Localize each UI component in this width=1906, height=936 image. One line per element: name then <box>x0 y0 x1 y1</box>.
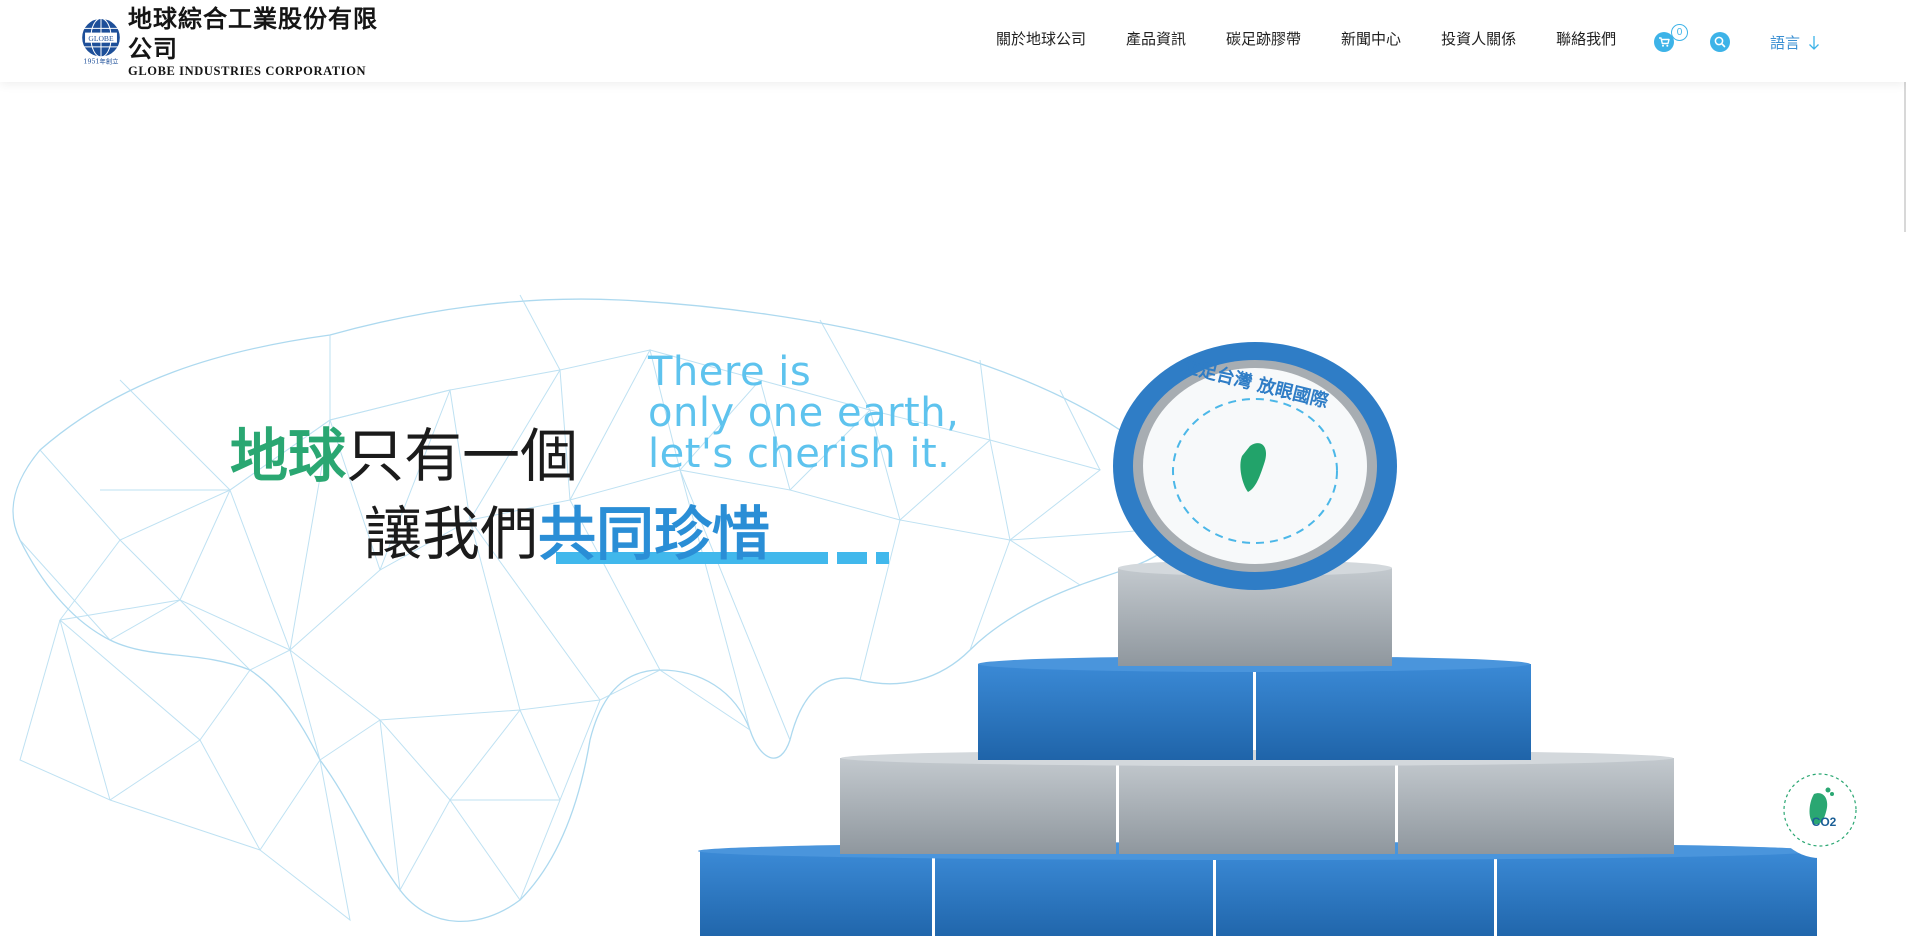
language-label: 語言 <box>1770 35 1801 52</box>
language-selector[interactable]: 語言 <box>1770 32 1820 53</box>
globe-logo-icon: GLOBE 1951年創立 <box>81 17 121 66</box>
headline-let-us: 讓我們 <box>364 500 539 568</box>
nav-investors[interactable]: 投資人關係 <box>1441 28 1516 49</box>
nav-about[interactable]: 關於地球公司 <box>996 28 1086 49</box>
site-header: GLOBE 1951年創立 地球綜合工業股份有限公司 GLOBE INDUSTR… <box>0 0 1906 82</box>
main-nav: 關於地球公司 產品資訊 碳足跡膠帶 新聞中心 投資人關係 聯絡我們 <box>996 28 1656 49</box>
nav-contact[interactable]: 聯絡我們 <box>1556 28 1616 49</box>
search-button[interactable] <box>1710 32 1730 52</box>
tape-row-2 <box>978 656 1531 760</box>
company-name-zh: 地球綜合工業股份有限公司 <box>128 4 378 63</box>
headline-only-one: 只有一個 <box>346 422 579 490</box>
company-logo[interactable]: GLOBE 1951年創立 地球綜合工業股份有限公司 GLOBE INDUSTR… <box>80 4 380 78</box>
tape-row-3 <box>840 750 1674 854</box>
tape-roll-face: 立足台灣 放眼國際 <box>1113 342 1397 590</box>
nav-news[interactable]: 新聞中心 <box>1341 28 1401 49</box>
co2-footprint-badge-icon[interactable]: CO2 <box>1764 754 1876 866</box>
logo-text: 地球綜合工業股份有限公司 GLOBE INDUSTRIES CORPORATIO… <box>128 4 380 78</box>
globe-logo-label: GLOBE <box>88 34 114 43</box>
company-name-en: GLOBE INDUSTRIES CORPORATION <box>128 64 367 78</box>
nav-carbon-footprint-tape[interactable]: 碳足跡膠帶 <box>1226 28 1301 49</box>
headline-earth: 地球 <box>230 422 347 490</box>
hero-headline-line1: 地球 只有一個 <box>230 418 578 494</box>
cart-count-badge: 0 <box>1671 24 1688 41</box>
tape-roll-stack-image: 立足台灣 放眼國際 <box>698 342 1818 936</box>
hero-headline-line2: 讓我們 共同珍惜 <box>364 496 770 572</box>
search-icon <box>1714 36 1726 48</box>
co2-label: CO2 <box>1812 815 1837 829</box>
logo-year: 1951年創立 <box>84 57 119 66</box>
arrow-down-icon <box>1809 35 1819 50</box>
nav-products[interactable]: 產品資訊 <box>1126 28 1186 49</box>
tape-row-bottom <box>698 842 1818 936</box>
headline-cherish: 共同珍惜 <box>538 500 771 568</box>
